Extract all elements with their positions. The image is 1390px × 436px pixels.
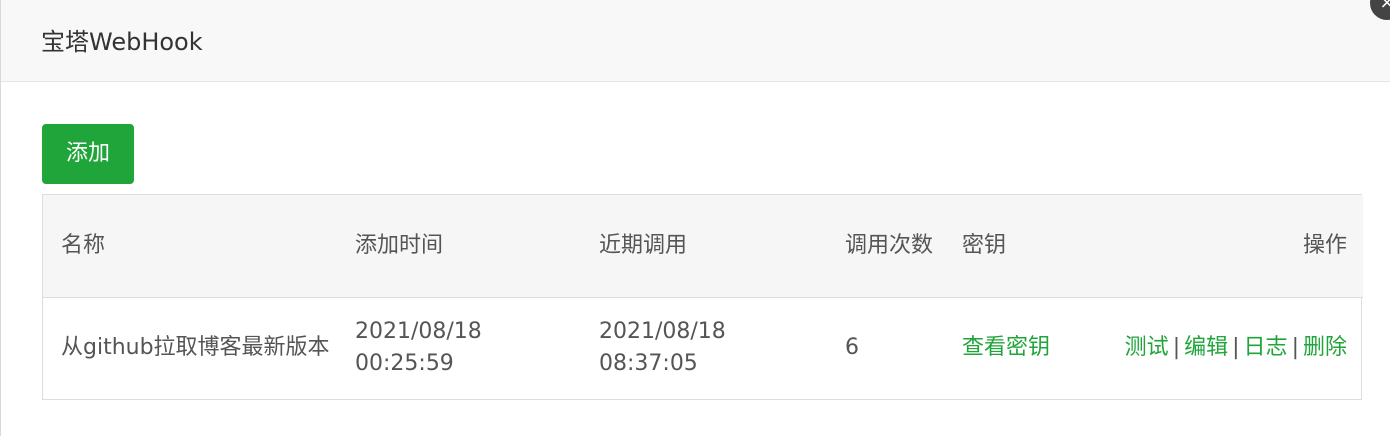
column-header-last-called: 近期调用 — [599, 232, 688, 258]
view-key-link[interactable]: 查看密钥 — [962, 335, 1050, 360]
add-button[interactable]: 添加 — [42, 124, 134, 184]
cell-call-count: 6 — [845, 335, 859, 361]
action-separator: | — [1172, 335, 1181, 361]
table-row: 从github拉取博客最新版本 2021/08/18 00:25:59 2021… — [43, 297, 1363, 399]
edit-link[interactable]: 编辑 — [1184, 335, 1228, 360]
cell-added-time: 2021/08/18 00:25:59 — [355, 319, 482, 377]
log-link[interactable]: 日志 — [1244, 335, 1288, 360]
column-header-name: 名称 — [61, 232, 106, 258]
webhook-table: 名称 添加时间 近期调用 调用次数 密钥 操作 从github拉取博客最新版本 … — [42, 194, 1363, 400]
dialog-title: 宝塔WebHook — [41, 28, 203, 56]
column-header-added-time: 添加时间 — [355, 232, 444, 258]
cell-key: 查看密钥 — [944, 297, 1061, 399]
column-header-call-count: 调用次数 — [845, 232, 934, 258]
column-header-key: 密钥 — [962, 232, 1007, 258]
cell-last-called: 2021/08/18 08:37:05 — [599, 319, 726, 377]
action-separator: | — [1232, 335, 1240, 361]
cell-name: 从github拉取博客最新版本 — [61, 335, 330, 361]
delete-link[interactable]: 删除 — [1303, 335, 1347, 360]
dialog-header: 宝塔WebHook — [1, 0, 1390, 82]
webhook-dialog: 宝塔WebHook × 添加 名称 添加时间 近期调用 调用次数 密钥 操作 从… — [0, 0, 1390, 436]
table-header-row: 名称 添加时间 近期调用 调用次数 密钥 操作 — [43, 195, 1363, 297]
column-header-operations: 操作 — [1302, 232, 1347, 258]
cell-operations: 测试 | 编辑 | 日志 | 删除 — [1061, 297, 1363, 399]
action-separator: | — [1291, 335, 1299, 361]
test-link[interactable]: 测试 — [1125, 335, 1169, 360]
